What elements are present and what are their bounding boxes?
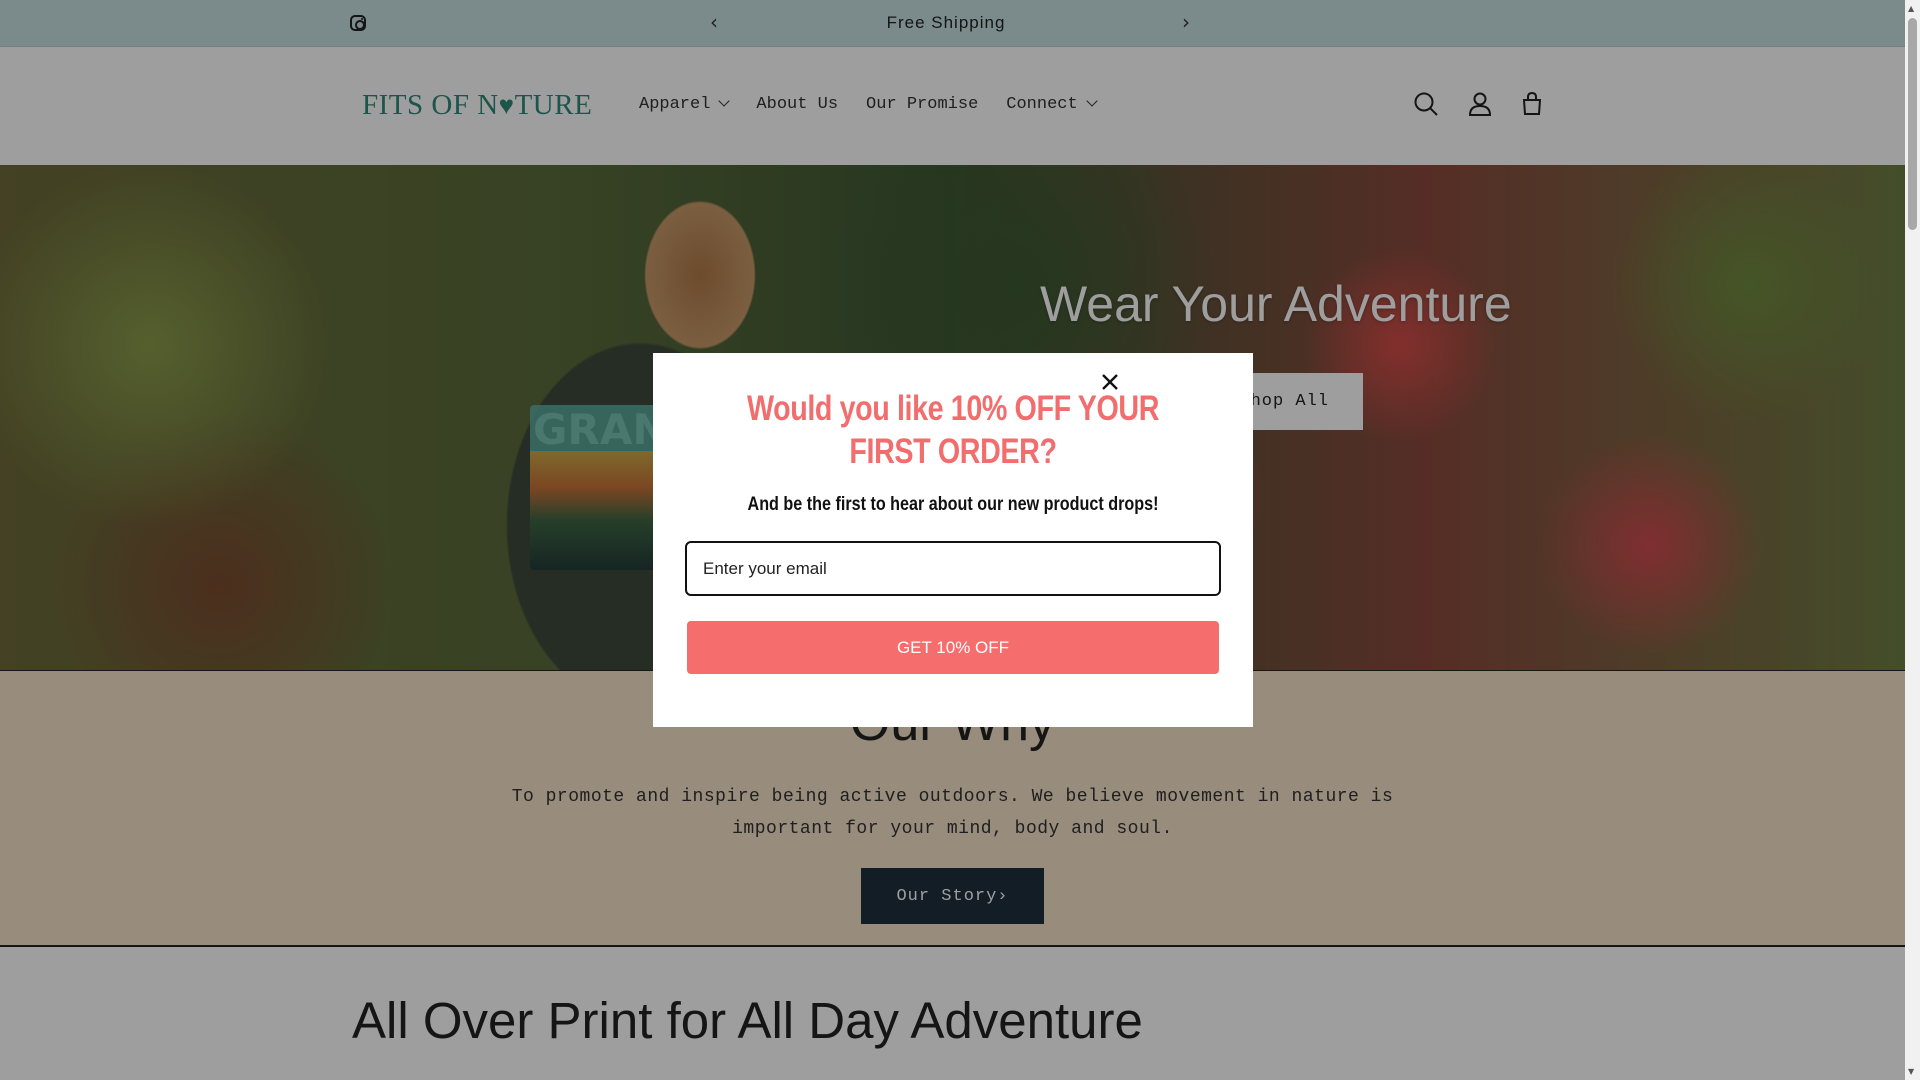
page: ‹ Free Shipping › FITS OF N♥TURE Apparel…	[0, 0, 1905, 1080]
page-scrollbar[interactable]: ▲ ▼	[1905, 0, 1920, 1080]
get-discount-button[interactable]: GET 10% OFF	[687, 621, 1219, 674]
scroll-up-icon[interactable]: ▲	[1908, 4, 1914, 13]
discount-popup: Would you like 10% OFF YOUR FIRST ORDER?…	[653, 353, 1253, 727]
scroll-down-icon[interactable]: ▼	[1908, 1067, 1914, 1076]
email-field[interactable]	[685, 541, 1221, 596]
scrollbar-thumb[interactable]	[1908, 18, 1917, 230]
popup-subtext: And be the first to hear about our new p…	[747, 494, 1159, 515]
popup-headline: Would you like 10% OFF YOUR FIRST ORDER?	[746, 389, 1160, 471]
